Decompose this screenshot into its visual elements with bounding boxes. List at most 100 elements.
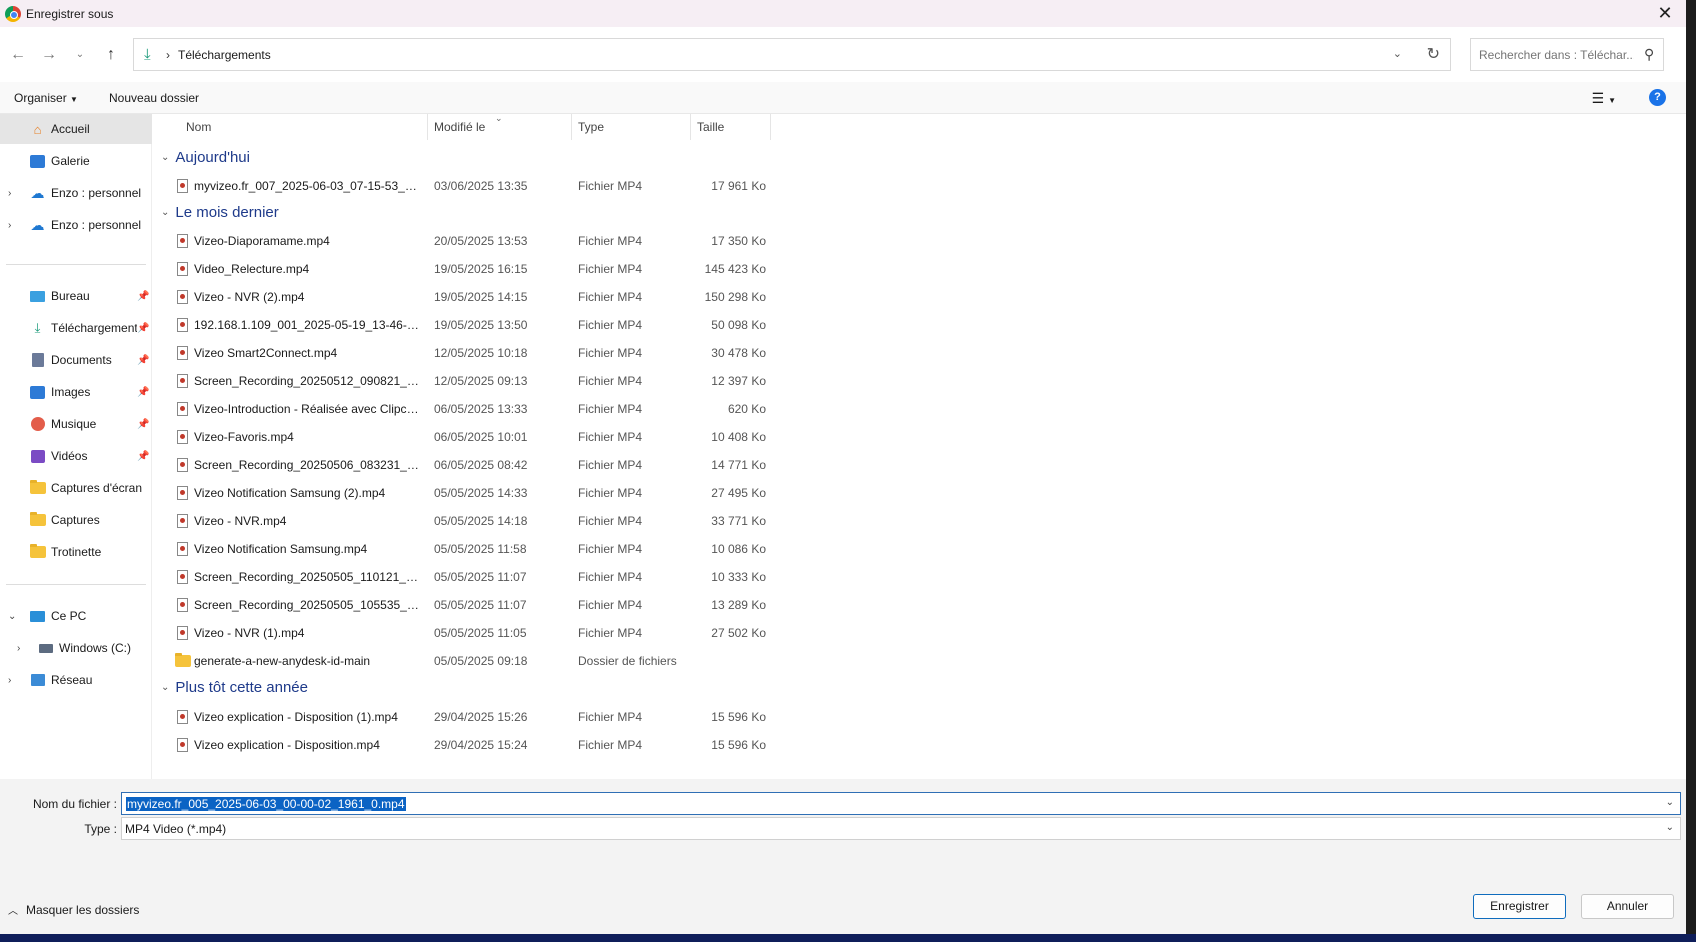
file-row[interactable]: Vizeo-Introduction - Réalisée avec Clipc… — [153, 395, 773, 423]
search-input[interactable] — [1479, 47, 1634, 62]
hide-folders-label: Masquer les dossiers — [26, 902, 140, 917]
back-arrow-icon[interactable]: ← — [8, 45, 28, 65]
pin-icon: 📌 — [137, 450, 150, 462]
file-row[interactable]: Vizeo Notification Samsung (2).mp4 05/05/… — [153, 479, 773, 507]
file-row[interactable]: Video_Relecture.mp4 19/05/2025 16:15 Fichi… — [153, 255, 773, 283]
sidebar-item-accueil[interactable]: ⌂ Accueil — [0, 114, 152, 144]
mp4-file-icon — [177, 570, 188, 584]
sidebar-item-images[interactable]: Images 📌 — [0, 377, 152, 407]
address-history-chevron-icon[interactable]: ⌄ — [1393, 47, 1402, 60]
expand-chevron-icon[interactable]: › — [8, 188, 11, 199]
breadcrumb-current[interactable]: Téléchargements — [178, 48, 271, 62]
sidebar-item-captures-ecran[interactable]: Captures d'écran — [0, 473, 152, 503]
close-icon[interactable]: ✕ — [1654, 2, 1676, 24]
filename-field[interactable]: myvizeo.fr_005_2025-06-03_00-00-02_1961_… — [121, 792, 1681, 815]
file-row[interactable]: Screen_Recording_20250512_090821_MyV... 1… — [153, 367, 773, 395]
file-row[interactable]: Vizeo-Diaporamame.mp4 20/05/2025 13:53 Fic… — [153, 227, 773, 255]
view-options-icon[interactable]: ☰ ▼ — [1592, 90, 1616, 107]
forward-arrow-icon[interactable]: → — [39, 45, 59, 65]
file-row[interactable]: Vizeo - NVR (1).mp4 05/05/2025 11:05 Fichi… — [153, 619, 773, 647]
network-icon — [29, 673, 46, 688]
file-name: Vizeo Smart2Connect.mp4 — [194, 346, 338, 360]
sidebar-item-windows-c[interactable]: › Windows (C:) — [0, 633, 152, 663]
search-box[interactable]: ⚲ — [1470, 38, 1664, 71]
file-row[interactable]: Screen_Recording_20250506_083231_MyV... 0… — [153, 451, 773, 479]
file-date: 19/05/2025 16:15 — [434, 262, 528, 276]
recent-locations-chevron-icon[interactable]: ⌄ — [70, 45, 90, 65]
group-header-today[interactable]: ⌄ Aujourd'hui — [161, 149, 250, 166]
drive-icon — [37, 641, 54, 656]
sidebar-item-label: Images — [51, 385, 91, 399]
group-header-last-month[interactable]: ⌄ Le mois dernier — [161, 204, 279, 221]
sidebar-item-musique[interactable]: Musique 📌 — [0, 409, 152, 439]
mp4-file-icon — [177, 430, 188, 444]
file-row[interactable]: Vizeo explication - Disposition.mp4 29/04… — [153, 731, 773, 759]
sidebar-item-telechargements[interactable]: ⤓ Téléchargements 📌 — [0, 313, 152, 343]
column-header-name[interactable]: Nom — [153, 114, 428, 140]
mp4-file-icon — [177, 542, 188, 556]
file-type: Fichier MP4 — [578, 458, 643, 472]
file-row[interactable]: Vizeo Smart2Connect.mp4 12/05/2025 10:18 F… — [153, 339, 773, 367]
sidebar-item-label: Bureau — [51, 289, 90, 303]
file-type: Fichier MP4 — [578, 738, 643, 752]
file-row[interactable]: Vizeo Notification Samsung.mp4 05/05/2025… — [153, 535, 773, 563]
documents-icon — [29, 353, 46, 368]
chevron-down-icon[interactable]: ⌄ — [1666, 822, 1674, 833]
sidebar-item-captures[interactable]: Captures — [0, 505, 152, 535]
address-bar[interactable]: ⤓ › Téléchargements ⌄ ↻ — [133, 38, 1451, 71]
column-header-modified[interactable]: Modifié le ⌄ — [428, 113, 572, 140]
column-header-size[interactable]: Taille — [691, 114, 771, 140]
chevron-down-icon[interactable]: ⌄ — [1666, 797, 1674, 808]
hide-folders-toggle[interactable]: ︿ Masquer les dossiers — [8, 902, 140, 918]
collapse-chevron-icon[interactable]: ⌄ — [8, 611, 16, 622]
expand-chevron-icon[interactable]: › — [8, 220, 11, 231]
sidebar-item-reseau[interactable]: › Réseau — [0, 665, 152, 695]
sidebar-item-onedrive-2[interactable]: › ☁ Enzo : personnel — [0, 210, 152, 240]
breadcrumb-separator-icon: › — [166, 47, 170, 62]
sidebar-item-galerie[interactable]: Galerie — [0, 146, 152, 176]
sidebar-item-onedrive-1[interactable]: › ☁ Enzo : personnel — [0, 178, 152, 208]
column-header-type[interactable]: Type — [572, 114, 691, 140]
help-icon[interactable]: ? — [1649, 89, 1666, 106]
file-name: Video_Relecture.mp4 — [194, 262, 310, 276]
file-row[interactable]: Screen_Recording_20250505_105535_MyV... 0… — [153, 591, 773, 619]
search-icon[interactable]: ⚲ — [1644, 46, 1654, 63]
file-row[interactable]: Vizeo-Favoris.mp4 06/05/2025 10:01 Fichier… — [153, 423, 773, 451]
file-size: 14 771 Ko — [711, 458, 766, 472]
mp4-file-icon — [177, 626, 188, 640]
sidebar-item-label: Captures d'écran — [51, 481, 143, 495]
save-button[interactable]: Enregistrer — [1473, 894, 1566, 919]
sidebar-item-trotinette[interactable]: Trotinette — [0, 537, 152, 567]
folder-row[interactable]: generate-a-new-anydesk-id-main 05/05/2025… — [153, 647, 773, 675]
file-row[interactable]: Vizeo - NVR.mp4 05/05/2025 14:18 Fichier M… — [153, 507, 773, 535]
filename-value[interactable]: myvizeo.fr_005_2025-06-03_00-00-02_1961_… — [126, 797, 406, 811]
cancel-button[interactable]: Annuler — [1581, 894, 1674, 919]
expand-chevron-icon[interactable]: › — [17, 643, 20, 654]
new-folder-button[interactable]: Nouveau dossier — [109, 91, 199, 105]
file-row[interactable]: Screen_Recording_20250505_110121_Setti..… — [153, 563, 773, 591]
sidebar-item-label: Documents — [51, 353, 112, 367]
file-name: Vizeo Notification Samsung (2).mp4 — [194, 486, 386, 500]
file-type: Dossier de fichiers — [578, 654, 677, 668]
file-date: 29/04/2025 15:26 — [434, 710, 528, 724]
refresh-icon[interactable]: ↻ — [1427, 44, 1440, 64]
sidebar-item-videos[interactable]: Vidéos 📌 — [0, 441, 152, 471]
sidebar-item-ce-pc[interactable]: ⌄ Ce PC — [0, 601, 152, 631]
up-arrow-icon[interactable]: ↑ — [101, 45, 121, 65]
sidebar-item-documents[interactable]: Documents 📌 — [0, 345, 152, 375]
mp4-file-icon — [177, 458, 188, 472]
navigation-pane: ⌂ Accueil Galerie › ☁ Enzo : personnel ›… — [0, 114, 152, 779]
file-row[interactable]: Vizeo - NVR (2).mp4 19/05/2025 14:15 Fichi… — [153, 283, 773, 311]
file-row[interactable]: 192.168.1.109_001_2025-05-19_13-46-09_2.… — [153, 311, 773, 339]
file-size: 30 478 Ko — [711, 346, 766, 360]
expand-chevron-icon[interactable]: › — [8, 675, 11, 686]
file-type-select[interactable]: MP4 Video (*.mp4) ⌄ — [121, 817, 1681, 840]
organize-menu[interactable]: Organiser ▼ — [14, 91, 78, 105]
music-icon — [29, 417, 46, 432]
file-type: Fichier MP4 — [578, 402, 643, 416]
file-row[interactable]: Vizeo explication - Disposition (1).mp4 2… — [153, 703, 773, 731]
sidebar-item-label: Trotinette — [51, 545, 102, 559]
group-header-earlier-this-year[interactable]: ⌄ Plus tôt cette année — [161, 679, 308, 696]
file-row[interactable]: myvizeo.fr_007_2025-06-03_07-15-53_535..… — [153, 172, 773, 200]
sidebar-item-bureau[interactable]: Bureau 📌 — [0, 281, 152, 311]
